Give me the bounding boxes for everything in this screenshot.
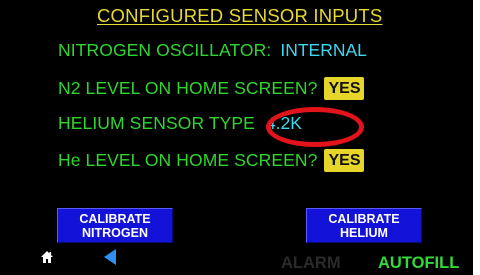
- calibrate-helium-line1: CALIBRATE: [328, 211, 400, 226]
- page-title: CONFIGURED SENSOR INPUTS: [97, 5, 383, 26]
- back-arrow-icon[interactable]: [103, 248, 117, 266]
- helium-sensor-type-row: HELIUM SENSOR TYPE 4.2K: [58, 110, 302, 136]
- autofill-status[interactable]: AUTOFILL: [378, 254, 473, 273]
- he-level-home-label: He LEVEL ON HOME SCREEN?: [58, 149, 318, 170]
- n2-level-home-toggle[interactable]: YES: [324, 76, 365, 100]
- nitrogen-oscillator-row: NITROGEN OSCILLATOR: INTERNAL: [58, 37, 367, 63]
- sensor-config-screen: CONFIGURED SENSOR INPUTS NITROGEN OSCILL…: [0, 0, 473, 275]
- calibrate-nitrogen-line1: CALIBRATE: [79, 211, 151, 226]
- helium-sensor-type-label: HELIUM SENSOR TYPE: [58, 112, 255, 133]
- highlight-circle: [266, 107, 364, 147]
- he-level-home-row: He LEVEL ON HOME SCREEN? YES: [58, 147, 365, 173]
- n2-level-home-row: N2 LEVEL ON HOME SCREEN? YES: [58, 75, 365, 101]
- alarm-status[interactable]: ALARM: [281, 254, 341, 273]
- calibrate-helium-button[interactable]: CALIBRATE HELIUM: [306, 208, 422, 243]
- calibrate-nitrogen-button[interactable]: CALIBRATE NITROGEN: [57, 208, 173, 243]
- calibrate-nitrogen-line2: NITROGEN: [82, 225, 148, 240]
- he-level-home-toggle[interactable]: YES: [324, 148, 365, 172]
- calibrate-helium-line2: HELIUM: [340, 225, 388, 240]
- nitrogen-oscillator-value[interactable]: INTERNAL: [280, 40, 367, 61]
- nitrogen-oscillator-label: NITROGEN OSCILLATOR:: [58, 39, 272, 60]
- home-icon[interactable]: [40, 250, 54, 264]
- n2-level-home-label: N2 LEVEL ON HOME SCREEN?: [58, 77, 318, 98]
